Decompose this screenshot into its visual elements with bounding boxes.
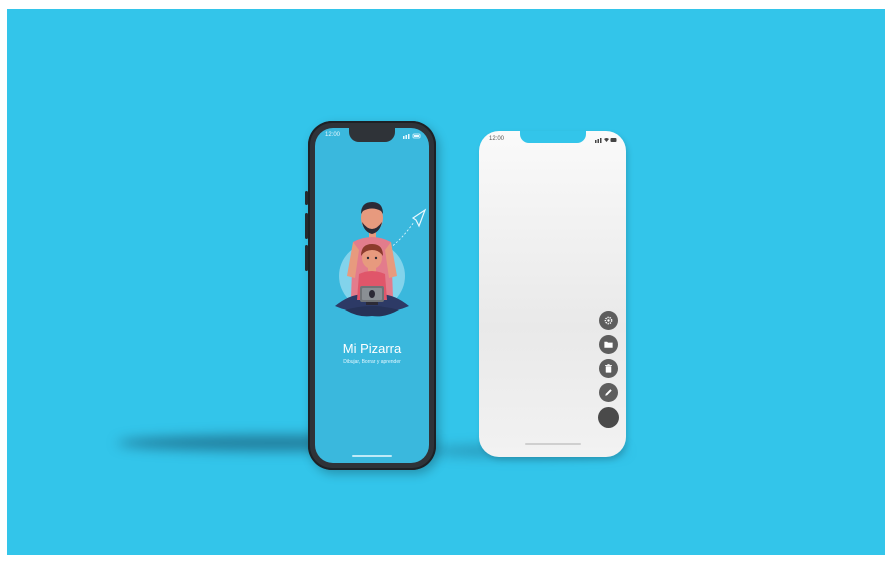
app-subtitle: Dibujar, Borrar y aprender [343, 359, 401, 365]
color-swatch-button[interactable] [598, 407, 619, 428]
father-son-illustration [335, 202, 427, 317]
left-phone: 12:00 Mi Pizarra Dibujar, Borrar y apren… [305, 121, 436, 470]
app-title: Mi Pizarra [342, 341, 402, 356]
folder-icon [604, 341, 613, 348]
phone-notch [349, 128, 395, 142]
draw-button[interactable] [599, 383, 618, 402]
settings-button[interactable] [599, 311, 618, 330]
trash-icon [605, 364, 612, 373]
status-time: 12:00 [325, 132, 341, 138]
folder-button[interactable] [599, 335, 618, 354]
mockup-scene: 12:00 Mi Pizarra Dibujar, Borrar y apren… [7, 9, 885, 555]
app-splash-screen: 12:00 Mi Pizarra Dibujar, Borrar y apren… [315, 128, 429, 463]
home-indicator[interactable] [524, 443, 581, 445]
phone-notch [519, 131, 586, 143]
silent-switch [305, 191, 308, 205]
right-phone-drawing-screen[interactable]: 12:00 [479, 131, 626, 457]
status-icons [595, 138, 617, 143]
gear-icon [604, 316, 613, 325]
delete-button[interactable] [599, 359, 618, 378]
volume-down-button [305, 245, 308, 271]
volume-up-button [305, 213, 308, 239]
status-icons [403, 133, 421, 139]
status-time: 12:00 [489, 136, 505, 142]
home-indicator[interactable] [352, 455, 392, 457]
pencil-icon [605, 389, 612, 396]
